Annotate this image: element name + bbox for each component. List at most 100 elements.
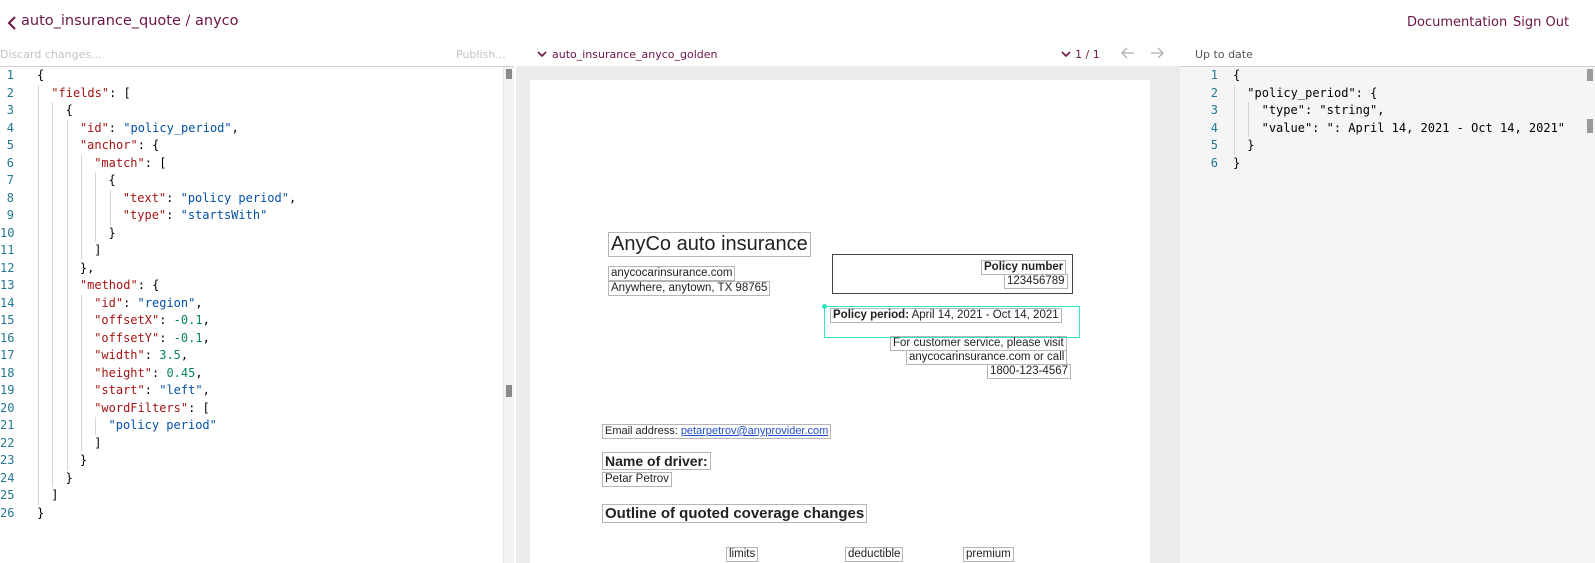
- indent-guide: [38, 224, 39, 242]
- doc-policy-period-label: Policy period:: [833, 309, 910, 321]
- indent-guide: [66, 399, 68, 417]
- line-number: 2: [6, 85, 14, 100]
- indent-guide: [1234, 102, 1235, 120]
- line-number: 4: [6, 120, 14, 135]
- indent-guide: [66, 172, 68, 190]
- line-number: 3: [1210, 103, 1218, 117]
- code-token: "policy period": [180, 190, 289, 205]
- code-line: "policy period": [109, 417, 217, 435]
- indent-guide: [66, 277, 68, 295]
- document-selector[interactable]: auto_insurance_anyco_golden: [552, 48, 718, 61]
- line-number: 9: [6, 208, 14, 222]
- line-number: 10: [0, 225, 15, 240]
- code-token: "offsetX": [94, 313, 160, 327]
- indent-guide: [95, 207, 97, 225]
- doc-email-link[interactable]: petarpetrov@anyprovider.com: [681, 425, 829, 437]
- result-scrollbar[interactable]: [1583, 67, 1595, 563]
- indent-guide: [66, 417, 68, 435]
- code-token: ,: [202, 313, 210, 327]
- code-token: ]: [94, 243, 102, 257]
- indent-guide: [52, 452, 54, 470]
- indent-guide: [38, 329, 39, 347]
- indent-guide: [66, 207, 68, 225]
- indent-guide: [38, 469, 39, 487]
- indent-guide: [52, 364, 54, 382]
- code-token: "startsWith": [180, 208, 268, 222]
- line-number: 26: [0, 505, 15, 520]
- code-line: "id": "policy_period",: [80, 120, 239, 138]
- code-token: },: [79, 260, 95, 275]
- code-token: "method": [79, 278, 138, 292]
- line-number: 13: [0, 278, 15, 292]
- indent-guide: [38, 399, 39, 417]
- doc-address: Anywhere, anytown, TX 98765: [608, 281, 771, 297]
- indent-guide: [66, 312, 68, 330]
- line-number: 19: [0, 383, 15, 397]
- documentation-link[interactable]: Documentation: [1407, 15, 1507, 30]
- line-number: 2: [1210, 85, 1218, 100]
- code-line: "start": "left",: [94, 382, 210, 400]
- code-token: "fields": [51, 85, 110, 100]
- indent-guide: [52, 102, 54, 120]
- arrow-right-icon[interactable]: [1150, 47, 1165, 59]
- code-line: {: [66, 102, 73, 120]
- code-token: 3.5: [159, 348, 181, 362]
- line-number: 4: [1210, 120, 1218, 135]
- editor-scrollbar[interactable]: [503, 67, 514, 563]
- indent-guide: [38, 382, 39, 400]
- indent-guide: [52, 259, 54, 277]
- code-token: -0.1: [173, 313, 203, 327]
- indent-guide: [38, 277, 39, 295]
- line-number: 8: [6, 190, 14, 205]
- code-token: }: [37, 505, 45, 520]
- discard-changes-button[interactable]: Discard changes...: [0, 48, 102, 61]
- result-json-panel[interactable]: 1 {2 "policy_period": {3 "type": "string", 4…: [1180, 66, 1595, 563]
- line-number: 17: [0, 348, 15, 362]
- template-code-editor[interactable]: 1{2 "fields": [3{4 "id": "policy_period", 5…: [0, 66, 514, 563]
- line-number: 1: [6, 68, 14, 82]
- code-line: ]: [94, 435, 101, 453]
- code-token: "policy_period": [123, 120, 232, 135]
- page-indicator[interactable]: 1 / 1: [1075, 48, 1100, 61]
- code-line: }: [66, 470, 73, 488]
- code-line: {: [1233, 67, 1240, 85]
- doc-service-line-3: 1800-123-4567: [987, 364, 1072, 380]
- indent-guide: [38, 207, 39, 225]
- indent-guide: [80, 312, 82, 330]
- code-token: }: [1247, 138, 1255, 152]
- line-number: 21: [0, 418, 15, 432]
- scroll-marker: [506, 385, 512, 397]
- arrow-left-icon[interactable]: [1120, 47, 1135, 59]
- indent-guide: [66, 119, 68, 137]
- code-token: }: [1233, 155, 1241, 170]
- indent-guide: [38, 434, 39, 452]
- code-line: ]: [94, 242, 101, 260]
- sign-out-link[interactable]: Sign Out: [1513, 15, 1569, 30]
- scroll-thumb[interactable]: [1587, 69, 1593, 81]
- code-line: "height": 0.45,: [94, 365, 202, 383]
- code-token: "wordFilters": [94, 400, 189, 415]
- chevron-left-icon[interactable]: [6, 13, 18, 33]
- document-viewer[interactable]: AnyCo auto insurance anycocarinsurance.c…: [516, 66, 1180, 563]
- code-token: : {: [137, 278, 160, 292]
- scroll-thumb[interactable]: [506, 69, 512, 79]
- indent-guide: [52, 137, 54, 155]
- code-token: ,: [202, 330, 210, 345]
- code-token: :: [123, 295, 138, 310]
- chevron-down-icon[interactable]: [537, 49, 547, 59]
- indent-guide: [80, 364, 82, 382]
- code-line: "method": {: [80, 277, 159, 295]
- indent-guide: [80, 207, 82, 225]
- doc-policy-period: Policy period: April 14, 2021 - Oct 14, …: [830, 308, 1062, 324]
- publish-button[interactable]: Publish...: [456, 48, 506, 61]
- indent-guide: [38, 189, 39, 207]
- line-number: 6: [6, 155, 14, 170]
- code-line: "offsetY": -0.1,: [94, 330, 210, 348]
- indent-guide: [38, 259, 39, 277]
- region-handle[interactable]: [822, 304, 827, 309]
- line-number: 20: [0, 400, 15, 415]
- code-token: -0.1: [173, 330, 203, 345]
- chevron-down-icon[interactable]: [1061, 49, 1071, 59]
- indent-guide: [52, 329, 54, 347]
- line-number: 1: [1210, 68, 1218, 82]
